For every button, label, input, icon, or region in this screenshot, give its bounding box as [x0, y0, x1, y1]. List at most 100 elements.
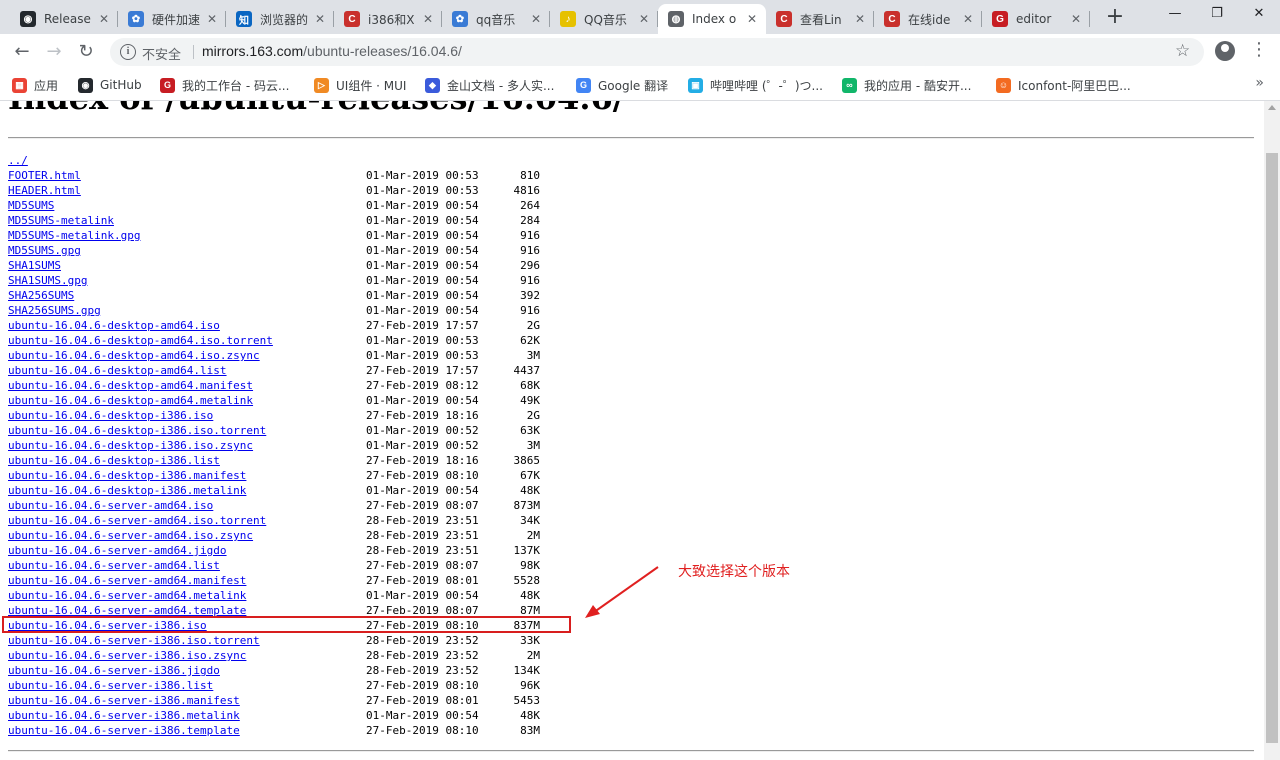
- scrollbar-thumb[interactable]: [1266, 153, 1278, 743]
- file-link[interactable]: ubuntu-16.04.6-desktop-amd64.iso.zsync: [8, 348, 260, 363]
- bookmark-item[interactable]: ▷ UI组件 · MUI: [314, 76, 406, 94]
- menu-icon[interactable]: ⋮: [1250, 40, 1268, 60]
- back-button[interactable]: ←: [8, 38, 36, 66]
- file-link[interactable]: ubuntu-16.04.6-desktop-i386.iso.zsync: [8, 438, 253, 453]
- tab[interactable]: ◍ Index o ✕: [658, 4, 766, 34]
- file-link[interactable]: ubuntu-16.04.6-desktop-amd64.manifest: [8, 378, 253, 393]
- tab[interactable]: C 查看Lin ✕: [766, 4, 874, 34]
- file-link[interactable]: ubuntu-16.04.6-server-amd64.iso.zsync: [8, 528, 253, 543]
- file-size: 48K: [520, 589, 540, 602]
- close-window-button[interactable]: ✕: [1238, 0, 1280, 30]
- file-link[interactable]: ubuntu-16.04.6-desktop-amd64.iso.torrent: [8, 333, 273, 348]
- file-link[interactable]: MD5SUMS: [8, 198, 54, 213]
- file-link[interactable]: ubuntu-16.04.6-desktop-i386.iso.torrent: [8, 423, 266, 438]
- tab[interactable]: ♪ QQ音乐 ✕: [550, 4, 658, 34]
- file-size: 3M: [526, 439, 540, 452]
- file-link[interactable]: MD5SUMS-metalink: [8, 213, 114, 228]
- file-link[interactable]: MD5SUMS.gpg: [8, 243, 81, 258]
- file-link[interactable]: ubuntu-16.04.6-desktop-i386.iso: [8, 408, 213, 423]
- file-link[interactable]: ubuntu-16.04.6-server-i386.iso.zsync: [8, 648, 246, 663]
- file-link[interactable]: ubuntu-16.04.6-server-amd64.iso: [8, 498, 213, 513]
- file-link[interactable]: ubuntu-16.04.6-desktop-i386.list: [8, 453, 220, 468]
- restore-button[interactable]: ❐: [1196, 0, 1238, 30]
- file-link[interactable]: SHA256SUMS: [8, 288, 74, 303]
- tab-close-icon[interactable]: ✕: [960, 12, 976, 26]
- tab[interactable]: ✿ 硬件加速 ✕: [118, 4, 226, 34]
- profile-icon[interactable]: [1215, 41, 1235, 61]
- bookmark-item[interactable]: ▦ 应用: [12, 76, 58, 94]
- tab-close-icon[interactable]: ✕: [744, 12, 760, 26]
- tab[interactable]: C 在线ide ✕: [874, 4, 982, 34]
- tab-close-icon[interactable]: ✕: [1068, 12, 1084, 26]
- tab-close-icon[interactable]: ✕: [852, 12, 868, 26]
- file-link[interactable]: HEADER.html: [8, 183, 81, 198]
- file-link[interactable]: ubuntu-16.04.6-server-i386.jigdo: [8, 663, 220, 678]
- bookmark-item[interactable]: ◉ GitHub: [78, 76, 142, 94]
- bookmark-item[interactable]: ∞ 我的应用 - 酷安开...: [842, 76, 971, 94]
- file-size: 284: [520, 214, 540, 227]
- tab-close-icon[interactable]: ✕: [420, 12, 436, 26]
- tab[interactable]: 知浏览器的 ✕: [226, 4, 334, 34]
- file-link[interactable]: ubuntu-16.04.6-desktop-amd64.iso: [8, 318, 220, 333]
- page-title: Index of /ubuntu-releases/16.04.6/: [8, 101, 624, 117]
- bookmark-label: 我的工作台 - 码云...: [182, 78, 290, 93]
- file-date: 01-Mar-2019 00:54: [366, 214, 479, 227]
- file-link[interactable]: ubuntu-16.04.6-server-i386.metalink: [8, 708, 240, 723]
- bookmark-label: 哔哩哔哩 (゜-゜)つ...: [710, 78, 823, 93]
- tab[interactable]: ✿ qq音乐 ✕: [442, 4, 550, 34]
- tab[interactable]: Geditor ✕: [982, 4, 1090, 34]
- file-date: 27-Feb-2019 18:16: [366, 409, 479, 422]
- file-date: 01-Mar-2019 00:52: [366, 439, 479, 452]
- reload-button[interactable]: ↻: [72, 38, 100, 66]
- file-link[interactable]: ubuntu-16.04.6-desktop-i386.metalink: [8, 483, 246, 498]
- file-link[interactable]: ubuntu-16.04.6-server-amd64.manifest: [8, 573, 246, 588]
- file-link[interactable]: SHA1SUMS.gpg: [8, 273, 87, 288]
- file-link[interactable]: ubuntu-16.04.6-desktop-i386.manifest: [8, 468, 246, 483]
- file-link[interactable]: ubuntu-16.04.6-desktop-amd64.metalink: [8, 393, 253, 408]
- tab-close-icon[interactable]: ✕: [312, 12, 328, 26]
- file-link[interactable]: ubuntu-16.04.6-server-amd64.iso.torrent: [8, 513, 266, 528]
- file-link[interactable]: ubuntu-16.04.6-server-amd64.jigdo: [8, 543, 227, 558]
- file-link[interactable]: ../: [8, 153, 28, 168]
- bookmark-item[interactable]: G 我的工作台 - 码云...: [160, 76, 289, 94]
- tab-close-icon[interactable]: ✕: [96, 12, 112, 26]
- scroll-up-arrow-icon[interactable]: [1268, 105, 1276, 110]
- iconfont-icon: ☺: [996, 77, 1011, 93]
- file-link[interactable]: MD5SUMS-metalink.gpg: [8, 228, 140, 243]
- file-link[interactable]: SHA256SUMS.gpg: [8, 303, 101, 318]
- forward-button[interactable]: →: [40, 38, 68, 66]
- info-icon[interactable]: i: [120, 44, 136, 60]
- tab[interactable]: Ci386和X ✕: [334, 4, 442, 34]
- file-link[interactable]: ubuntu-16.04.6-server-i386.template: [8, 723, 240, 738]
- vertical-scrollbar[interactable]: [1264, 101, 1280, 760]
- url-text[interactable]: mirrors.163.com/ubuntu-releases/16.04.6/: [202, 43, 462, 59]
- new-tab-button[interactable]: +: [1103, 6, 1127, 30]
- bookmark-item[interactable]: ◆ 金山文档 - 多人实...: [425, 76, 554, 94]
- file-date: 27-Feb-2019 08:01: [366, 574, 479, 587]
- file-link[interactable]: ubuntu-16.04.6-server-amd64.metalink: [8, 588, 246, 603]
- bookmark-star-icon[interactable]: ☆: [1175, 41, 1190, 61]
- file-size: 916: [520, 274, 540, 287]
- file-size: 916: [520, 229, 540, 242]
- tab-close-icon[interactable]: ✕: [204, 12, 220, 26]
- file-link[interactable]: ubuntu-16.04.6-server-amd64.list: [8, 558, 220, 573]
- file-link[interactable]: SHA1SUMS: [8, 258, 61, 273]
- tab-close-icon[interactable]: ✕: [636, 12, 652, 26]
- minimize-button[interactable]: —: [1154, 0, 1196, 30]
- file-link[interactable]: ubuntu-16.04.6-server-i386.list: [8, 678, 213, 693]
- csdn-icon: C: [884, 11, 900, 27]
- bookmark-item[interactable]: G Google 翻译: [576, 76, 668, 94]
- security-label[interactable]: 不安全: [142, 44, 181, 63]
- file-link[interactable]: ubuntu-16.04.6-server-i386.iso.torrent: [8, 633, 260, 648]
- tab-close-icon[interactable]: ✕: [528, 12, 544, 26]
- address-bar[interactable]: i 不安全 mirrors.163.com/ubuntu-releases/16…: [110, 38, 1204, 66]
- bookmarks-overflow-button[interactable]: »: [1255, 75, 1264, 91]
- bookmark-item[interactable]: ▣ 哔哩哔哩 (゜-゜)つ...: [688, 76, 823, 94]
- bookmark-item[interactable]: ☺ Iconfont-阿里巴巴...: [996, 76, 1131, 94]
- file-link[interactable]: ubuntu-16.04.6-server-i386.manifest: [8, 693, 240, 708]
- file-link[interactable]: ubuntu-16.04.6-desktop-amd64.list: [8, 363, 227, 378]
- url-divider: [193, 45, 194, 59]
- file-link[interactable]: FOOTER.html: [8, 168, 81, 183]
- tab[interactable]: ◉ Release ✕: [10, 4, 118, 34]
- paw-icon: ✿: [128, 11, 144, 27]
